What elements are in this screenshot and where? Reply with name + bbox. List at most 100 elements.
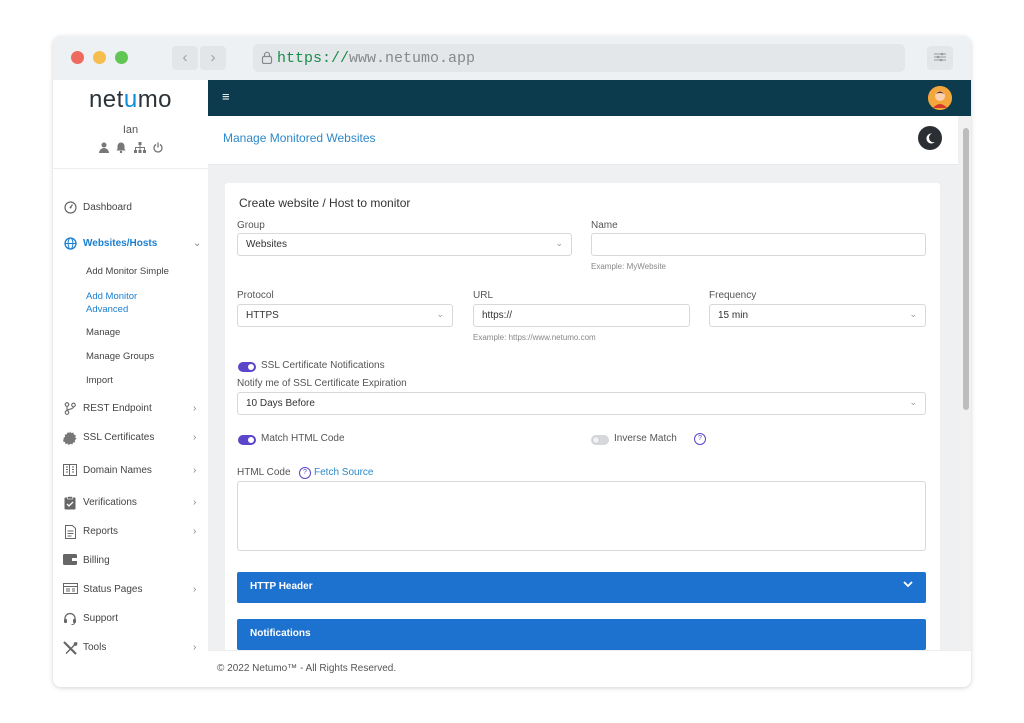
- globe-icon: [63, 237, 77, 251]
- sidebar-item-label: Domain Names: [83, 465, 152, 476]
- sidebar-item-label: Reports: [83, 526, 119, 537]
- url-host: www.netumo.app: [349, 50, 476, 67]
- tools-icon: [63, 641, 78, 655]
- sidebar-subitem-add-monitor-advanced[interactable]: Add Monitor Advanced: [86, 290, 156, 316]
- user-icons: [99, 142, 163, 154]
- sidebar-divider: [53, 168, 208, 169]
- create-monitor-card: Create website / Host to monitor Group W…: [225, 183, 940, 650]
- user-icon[interactable]: [99, 142, 109, 154]
- notifications-accordion[interactable]: Notifications: [237, 619, 926, 650]
- page-title: Manage Monitored Websites: [223, 131, 376, 145]
- logo-text-start: net: [88, 86, 124, 113]
- back-button[interactable]: ‹: [172, 46, 198, 70]
- logo-text-accent: u: [123, 86, 138, 113]
- name-input[interactable]: [591, 233, 926, 256]
- help-icon[interactable]: ?: [694, 433, 706, 445]
- accordion-title: HTTP Header: [250, 581, 313, 592]
- avatar[interactable]: [928, 86, 952, 110]
- hamburger-menu-icon[interactable]: ≡: [222, 89, 230, 104]
- sidebar-subitem-add-monitor-simple[interactable]: Add Monitor Simple: [86, 266, 169, 277]
- url-label: URL: [473, 290, 494, 301]
- sidebar-item-websites-hosts[interactable]: Websites/Hosts ⌄: [53, 237, 208, 255]
- chevron-down-icon: ⌄: [909, 397, 917, 407]
- url-hint: Example: https://www.netumo.com: [473, 333, 596, 342]
- page-header: Manage Monitored Websites: [208, 116, 958, 165]
- chevron-down-icon: ⌄: [909, 309, 917, 319]
- minimize-window-button[interactable]: [93, 51, 106, 64]
- ssl-notifications-toggle[interactable]: [238, 362, 256, 372]
- status-pages-icon: [63, 583, 78, 597]
- browser-toolbar: ‹ › https://www.netumo.app: [53, 36, 971, 80]
- sidebar-item-ssl-certificates[interactable]: SSL Certificates ›: [53, 431, 208, 449]
- fetch-source-link[interactable]: Fetch Source: [314, 467, 373, 478]
- chevron-down-icon: ⌄: [436, 309, 444, 319]
- frequency-select[interactable]: 15 min ⌄: [709, 304, 926, 327]
- sidebar-item-dashboard[interactable]: Dashboard: [53, 201, 208, 219]
- chevron-right-icon: ›: [193, 584, 197, 595]
- accordion-title: Notifications: [250, 628, 311, 639]
- clipboard-check-icon: [63, 496, 77, 510]
- sidebar-item-label: REST Endpoint: [83, 403, 152, 414]
- inverse-match-label: Inverse Match: [614, 433, 677, 444]
- chevron-down-icon: [903, 580, 913, 591]
- sitemap-icon[interactable]: [133, 142, 146, 154]
- power-icon[interactable]: [153, 142, 163, 154]
- sidebar-item-tools[interactable]: Tools ›: [53, 641, 208, 659]
- sidebar-subitem-manage-groups[interactable]: Manage Groups: [86, 351, 154, 362]
- app-topbar: ≡: [208, 80, 971, 116]
- protocol-select[interactable]: HTTPS ⌄: [237, 304, 453, 327]
- main-content: Manage Monitored Websites Create website…: [208, 116, 971, 650]
- ssl-expiration-select[interactable]: 10 Days Before ⌄: [237, 392, 926, 415]
- chevron-right-icon: ›: [193, 403, 197, 414]
- sidebar-item-label: Dashboard: [83, 202, 132, 213]
- name-label: Name: [591, 220, 618, 231]
- wallet-icon: [63, 554, 77, 568]
- maximize-window-button[interactable]: [115, 51, 128, 64]
- url-input[interactable]: https://: [473, 304, 690, 327]
- html-code-textarea[interactable]: [237, 481, 926, 551]
- forward-button[interactable]: ›: [200, 46, 226, 70]
- sidebar-item-label: SSL Certificates: [83, 432, 155, 443]
- close-window-button[interactable]: [71, 51, 84, 64]
- sidebar-item-rest-endpoint[interactable]: REST Endpoint ›: [53, 402, 208, 420]
- group-select[interactable]: Websites ⌄: [237, 233, 572, 256]
- lock-icon: [261, 51, 273, 69]
- address-bar[interactable]: https://www.netumo.app: [253, 44, 905, 72]
- scrollbar[interactable]: [960, 116, 971, 650]
- toggle-knob: [593, 437, 599, 443]
- address-url: https://www.netumo.app: [277, 50, 475, 67]
- dark-mode-toggle[interactable]: [918, 126, 942, 150]
- certificate-icon: [63, 431, 77, 446]
- ssl-notifications-label: SSL Certificate Notifications: [261, 360, 385, 371]
- match-html-toggle[interactable]: [238, 435, 256, 445]
- group-label: Group: [237, 220, 265, 231]
- sidebar-item-status-pages[interactable]: Status Pages ›: [53, 583, 208, 601]
- sidebar-item-reports[interactable]: Reports ›: [53, 525, 208, 543]
- protocol-select-value: HTTPS: [246, 310, 279, 321]
- ssl-expiration-label: Notify me of SSL Certificate Expiration: [237, 378, 407, 389]
- chevron-right-icon: ›: [193, 526, 197, 537]
- http-header-accordion[interactable]: HTTP Header: [237, 572, 926, 603]
- help-icon[interactable]: ?: [299, 467, 311, 479]
- settings-sliders-icon[interactable]: [927, 46, 953, 70]
- sidebar-subitem-import[interactable]: Import: [86, 375, 113, 386]
- url-scheme: https://: [277, 50, 350, 67]
- sidebar-item-billing[interactable]: Billing: [53, 554, 208, 572]
- sidebar-item-support[interactable]: Support: [53, 612, 208, 630]
- sidebar-item-label: Verifications: [83, 497, 137, 508]
- scrollbar-thumb[interactable]: [963, 128, 969, 410]
- match-html-label: Match HTML Code: [261, 433, 345, 444]
- user-name: Ian: [122, 124, 139, 136]
- toggle-knob: [248, 437, 254, 443]
- sidebar-subitem-manage[interactable]: Manage: [86, 327, 120, 338]
- document-icon: [63, 525, 77, 539]
- sidebar-item-verifications[interactable]: Verifications ›: [53, 496, 208, 514]
- html-code-label: HTML Code: [237, 467, 291, 478]
- chevron-right-icon: ›: [193, 465, 197, 476]
- group-select-value: Websites: [246, 239, 287, 250]
- sidebar-item-domain-names[interactable]: Domain Names ›: [53, 464, 208, 482]
- netumo-logo[interactable]: netumo: [53, 86, 208, 114]
- inverse-match-toggle[interactable]: [591, 435, 609, 445]
- footer: © 2022 Netumo™ - All Rights Reserved.: [208, 650, 971, 687]
- bell-icon[interactable]: [116, 142, 127, 154]
